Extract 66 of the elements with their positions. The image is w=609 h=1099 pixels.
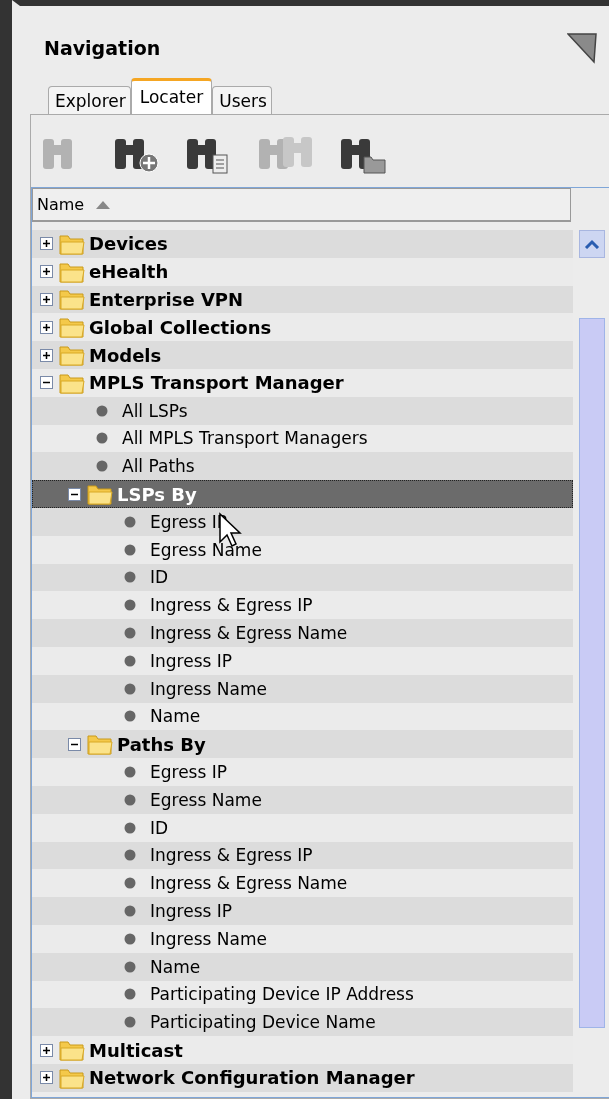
tree-row[interactable]: Ingress & Egress IP <box>32 841 573 870</box>
expand-icon[interactable] <box>40 293 53 306</box>
folder-icon <box>59 344 85 367</box>
collapse-icon[interactable] <box>68 737 81 751</box>
collapse-icon[interactable] <box>40 376 53 390</box>
tree-row[interactable]: Egress Name <box>32 785 573 814</box>
folder-icon <box>59 316 85 339</box>
tree-row[interactable]: LSPs By <box>32 480 573 508</box>
tab[interactable]: Explorer <box>48 86 131 114</box>
bullet-icon <box>124 682 136 695</box>
bullet-icon <box>124 515 136 528</box>
bullet-icon <box>124 710 136 723</box>
tree-row[interactable]: Enterprise VPN <box>32 285 573 314</box>
tab[interactable]: Locater <box>130 78 213 115</box>
folder-icon <box>59 1039 85 1061</box>
folder-icon <box>59 288 85 311</box>
tree-row[interactable]: Participating Device Name <box>32 1008 573 1037</box>
bullet-icon <box>124 599 136 612</box>
caret-icon <box>584 239 600 249</box>
expand-icon[interactable] <box>40 348 53 362</box>
tree-row[interactable]: Models <box>32 341 573 369</box>
bullet-icon <box>96 460 108 473</box>
collapse-icon[interactable] <box>68 487 81 501</box>
expand-icon[interactable] <box>40 1043 53 1057</box>
bullet-icon <box>124 877 136 890</box>
bullet-icon <box>124 988 136 1001</box>
bullet-icon <box>124 821 136 834</box>
expand-icon[interactable] <box>40 320 53 334</box>
tree-row[interactable]: Ingress Name <box>32 674 573 703</box>
tree-row[interactable]: Ingress IP <box>32 897 573 925</box>
bullet-icon <box>124 627 136 640</box>
tab[interactable]: Users <box>212 86 272 114</box>
tree-row[interactable]: ID <box>32 563 573 592</box>
tree-row[interactable]: All Paths <box>32 452 573 481</box>
scroll-thumb[interactable] <box>579 318 605 1028</box>
expand-icon[interactable] <box>40 1071 53 1085</box>
folder-icon <box>87 483 113 506</box>
folder-icon <box>59 371 85 394</box>
tree-row[interactable]: Devices <box>32 230 573 258</box>
bullet-icon <box>96 432 108 445</box>
bullet-icon <box>96 404 108 417</box>
bullet-icon <box>124 960 136 973</box>
tree-row[interactable]: Ingress & Egress Name <box>32 619 573 647</box>
panel-title: Navigation <box>44 37 161 59</box>
expand-icon[interactable] <box>40 265 53 279</box>
column-header[interactable]: Name <box>32 188 571 222</box>
tree-row[interactable]: All LSPs <box>32 396 573 425</box>
tree-row[interactable]: Network Configuration Manager <box>32 1063 573 1092</box>
folder-icon <box>87 733 113 756</box>
bullet-icon <box>124 543 136 556</box>
folder-icon <box>59 232 85 255</box>
bullet-icon <box>124 849 136 862</box>
folder-icon <box>59 260 85 283</box>
scroll-up-button[interactable] <box>579 230 605 258</box>
bullet-icon <box>124 766 136 779</box>
dropdown-triangle-icon[interactable] <box>567 32 597 64</box>
tree-row[interactable]: Paths By <box>32 730 573 759</box>
bullet-icon <box>124 654 136 667</box>
tree-row[interactable]: Name <box>32 952 573 981</box>
folder-icon <box>59 1066 85 1089</box>
bullet-icon <box>124 932 136 945</box>
bullet-icon <box>124 793 136 806</box>
bullet-icon <box>124 905 136 917</box>
expand-icon[interactable] <box>40 237 53 251</box>
bullet-icon <box>124 1016 136 1029</box>
bullet-icon <box>124 571 136 584</box>
